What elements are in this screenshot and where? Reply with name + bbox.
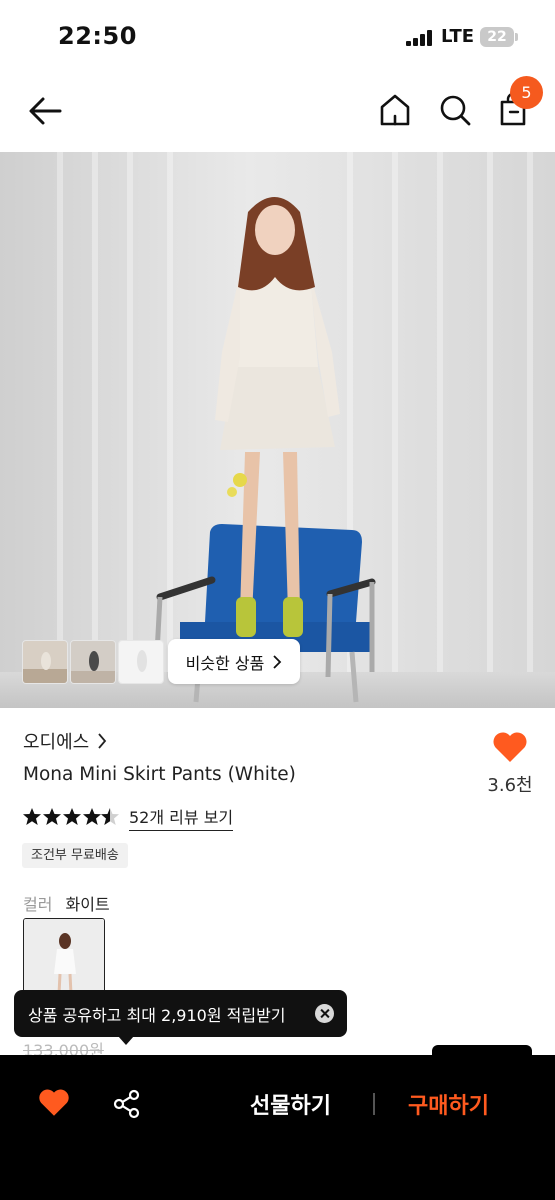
back-arrow-icon (29, 97, 62, 125)
cart-count-badge: 5 (510, 76, 543, 109)
color-value: 화이트 (65, 895, 110, 914)
close-icon[interactable] (315, 1004, 334, 1023)
app-header (0, 70, 555, 152)
color-option-white[interactable] (23, 918, 105, 998)
divider (373, 1093, 375, 1115)
product-name: Mona Mini Skirt Pants (White) (23, 764, 296, 785)
battery-icon: 22 (480, 27, 514, 47)
tooltip-tail (118, 1036, 134, 1045)
share-button[interactable] (113, 1089, 141, 1119)
chevron-right-icon (98, 733, 107, 749)
gallery-thumbnail[interactable] (118, 640, 164, 684)
network-type: LTE (441, 26, 475, 47)
shipping-badge: 조건부 무료배송 (22, 843, 128, 868)
share-reward-tooltip: 상품 공유하고 최대 2,910원 적립받기 (14, 990, 347, 1037)
buy-button[interactable]: 구매하기 (408, 1088, 489, 1120)
gift-button[interactable]: 선물하기 (250, 1088, 331, 1120)
home-icon (380, 94, 410, 126)
bottom-action-bar: 선물하기 구매하기 (0, 1045, 555, 1200)
search-icon (440, 95, 471, 126)
star-rating (23, 808, 119, 825)
share-icon (113, 1089, 140, 1119)
chevron-right-icon (273, 654, 282, 669)
thumbnail-image (71, 641, 115, 683)
review-link[interactable]: 52개 리뷰 보기 (129, 804, 234, 831)
thumbnail-image (119, 641, 163, 683)
signal-icon (406, 30, 436, 46)
heart-icon (493, 732, 527, 762)
home-button[interactable] (375, 90, 415, 130)
similar-products-button[interactable]: 비슷한 상품 (168, 639, 300, 684)
similar-products-label: 비슷한 상품 (185, 653, 265, 673)
product-image[interactable]: 비슷한 상품 (0, 152, 555, 708)
brand-name: 오디에스 (23, 732, 90, 753)
thumbnail-image (23, 641, 67, 683)
bottom-bar-tab (432, 1045, 532, 1059)
rating-row: 52개 리뷰 보기 (23, 804, 234, 831)
brand-link[interactable]: 오디에스 (23, 728, 107, 754)
status-time: 22:50 (58, 22, 137, 50)
gallery-thumbnail[interactable] (70, 640, 116, 684)
tooltip-text: 상품 공유하고 최대 2,910원 적립받기 (28, 1005, 286, 1025)
gallery-thumbnail[interactable] (22, 640, 68, 684)
color-option-image (24, 919, 104, 997)
product-photo (0, 152, 555, 708)
wishlist-button[interactable] (38, 1087, 70, 1117)
search-button[interactable] (435, 90, 475, 130)
like-button[interactable]: 3.6천 (482, 730, 538, 797)
battery-cap (515, 33, 518, 41)
heart-icon (39, 1089, 69, 1116)
color-row: 컬러 화이트 (23, 891, 110, 915)
back-button[interactable] (26, 92, 64, 130)
color-label: 컬러 (23, 895, 53, 914)
status-bar: 22:50 LTE 22 (0, 0, 555, 70)
like-count: 3.6천 (487, 775, 533, 796)
